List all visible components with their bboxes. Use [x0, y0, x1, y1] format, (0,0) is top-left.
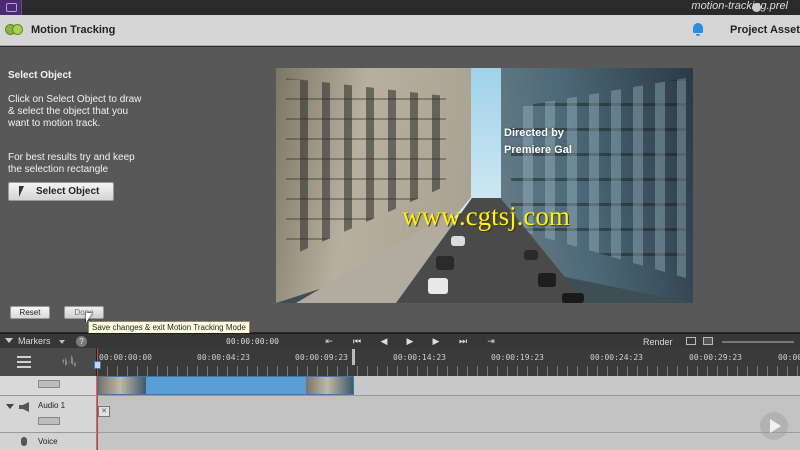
title-bar: motion-tracking.prel	[0, 0, 800, 15]
video-frame-car	[436, 256, 454, 270]
video-clip[interactable]	[98, 376, 354, 395]
video-frame-car	[524, 250, 538, 260]
video-frame-car	[538, 273, 556, 287]
current-timecode: 00:00:00:00	[226, 337, 279, 346]
track-controls[interactable]	[38, 417, 60, 425]
premiere-elements-window: motion-tracking.prel Motion Tracking Pro…	[0, 0, 800, 450]
header-bar: Motion Tracking Project Assets	[0, 15, 800, 46]
goto-start-button[interactable]: ⇤	[322, 335, 336, 348]
select-object-button[interactable]: Select Object	[8, 182, 114, 201]
play-button[interactable]: ▶	[403, 335, 417, 348]
ruler-tick-label: 00:00:00:00	[99, 353, 152, 362]
ruler-tick-label: 00:00:09:23	[295, 353, 348, 362]
video-preview[interactable]: Directed by Premiere Gal www.cgtsj.com	[276, 68, 693, 303]
video-track	[0, 376, 800, 395]
work-area-end-marker[interactable]	[352, 349, 355, 365]
notification-bell-icon[interactable]	[692, 23, 704, 37]
ruler-tick-label: 00:00:29:23	[689, 353, 742, 362]
goto-end-button[interactable]: ⇥	[484, 335, 498, 348]
render-button[interactable]: Render	[643, 337, 673, 347]
step-back-button[interactable]: ◀	[377, 335, 391, 348]
markers-menu[interactable]: Markers	[18, 336, 51, 346]
help-icon[interactable]: ?	[76, 336, 87, 347]
ruler-tick-marks	[97, 366, 800, 376]
audio-track-label: Audio 1	[38, 401, 66, 410]
timeline-options-icon[interactable]	[686, 337, 696, 345]
video-frame-car	[451, 236, 465, 246]
ruler-tick-label: 00:00	[778, 353, 800, 362]
voice-track: Voice	[0, 432, 800, 450]
ruler-tick-label: 00:00:24:23	[590, 353, 643, 362]
zoom-slider-handle[interactable]	[752, 3, 761, 12]
timeline-toolbar: Markers ? 00:00:00:00 ⇤ ⏮ ◀ ▶ ▶ ⏭ ⇥ Rend…	[0, 333, 800, 348]
play-overlay-icon[interactable]	[760, 412, 788, 440]
done-button[interactable]: Done	[64, 306, 104, 319]
motion-tracking-icon	[5, 24, 25, 36]
voice-track-header: Voice	[0, 433, 97, 450]
title-overlay: Directed by Premiere Gal	[504, 125, 572, 159]
watermark-text: www.cgtsj.com	[402, 201, 570, 231]
expand-arrow-icon[interactable]	[6, 404, 14, 409]
zoom-slider[interactable]	[722, 341, 794, 343]
cursor-arrow-icon	[19, 186, 24, 197]
track-controls[interactable]	[38, 380, 60, 388]
playhead-handle[interactable]	[94, 361, 101, 369]
project-assets-button[interactable]: Project Assets	[730, 24, 800, 36]
audio-track-header: Audio 1	[0, 396, 97, 433]
title-overlay-line-2: Premiere Gal	[504, 144, 572, 156]
video-frame-car	[428, 278, 448, 294]
chevron-down-icon[interactable]	[59, 340, 65, 344]
title-overlay-line-1: Directed by	[504, 127, 564, 139]
video-track-header	[0, 376, 97, 395]
sliders-icon[interactable]	[17, 354, 31, 368]
waveform-icon[interactable]	[62, 355, 78, 367]
clip-thumbnail	[306, 377, 353, 394]
ruler-tick-label: 00:00:19:23	[491, 353, 544, 362]
step-forward-button[interactable]: ▶	[429, 335, 443, 348]
fx-icon[interactable]: ✕	[98, 406, 110, 417]
document-title: motion-tracking.prel	[691, 0, 788, 12]
reset-button[interactable]: Reset	[10, 306, 50, 319]
video-frame-car	[562, 293, 584, 303]
clip-thumbnail	[99, 377, 146, 394]
voice-track-label: Voice	[38, 437, 58, 446]
timeline-view-icon[interactable]	[703, 337, 713, 345]
instructions-text-1: Click on Select Object to draw & select …	[8, 94, 142, 129]
timeline-ruler[interactable]: 00:00:00:00 00:00:04:23 00:00:09:23 00:0…	[0, 348, 800, 376]
speaker-icon[interactable]	[19, 402, 29, 412]
ruler-tick-label: 00:00:14:23	[393, 353, 446, 362]
page-title: Motion Tracking	[31, 24, 116, 36]
microphone-icon[interactable]	[21, 437, 27, 446]
track-options-area	[0, 348, 97, 376]
ruler-tick-label: 00:00:04:23	[197, 353, 250, 362]
app-logo-icon	[0, 0, 22, 15]
instructions-text-2: For best results try and keep the select…	[8, 152, 135, 175]
previous-edit-button[interactable]: ⏮	[350, 335, 364, 348]
select-object-label: Select Object	[36, 186, 100, 197]
motion-tracking-panel: Select Object Click on Select Object to …	[0, 47, 800, 334]
collapse-arrow-icon[interactable]	[5, 338, 13, 343]
next-edit-button[interactable]: ⏭	[456, 335, 470, 348]
instructions-heading: Select Object	[8, 70, 72, 81]
audio-track: Audio 1 ✕	[0, 395, 800, 433]
